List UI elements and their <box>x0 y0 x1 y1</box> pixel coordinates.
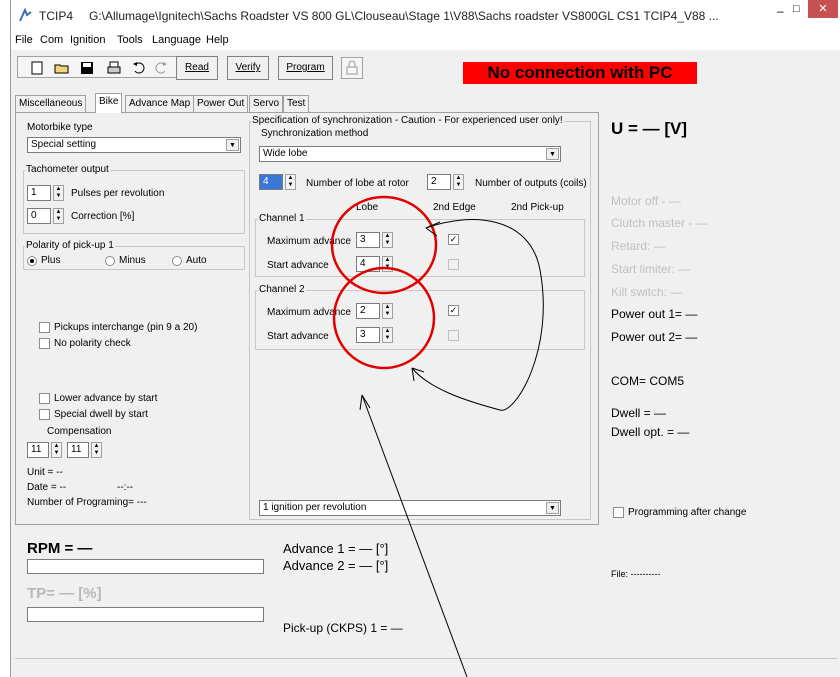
tab-bike[interactable]: Bike <box>95 93 123 113</box>
annotation-line <box>361 394 468 677</box>
annotation-circle-channel-2 <box>332 266 436 370</box>
annotation-overlay <box>330 195 544 677</box>
annotation-circle-channel-1 <box>330 195 438 295</box>
annotation-curve-arrow <box>411 219 544 411</box>
